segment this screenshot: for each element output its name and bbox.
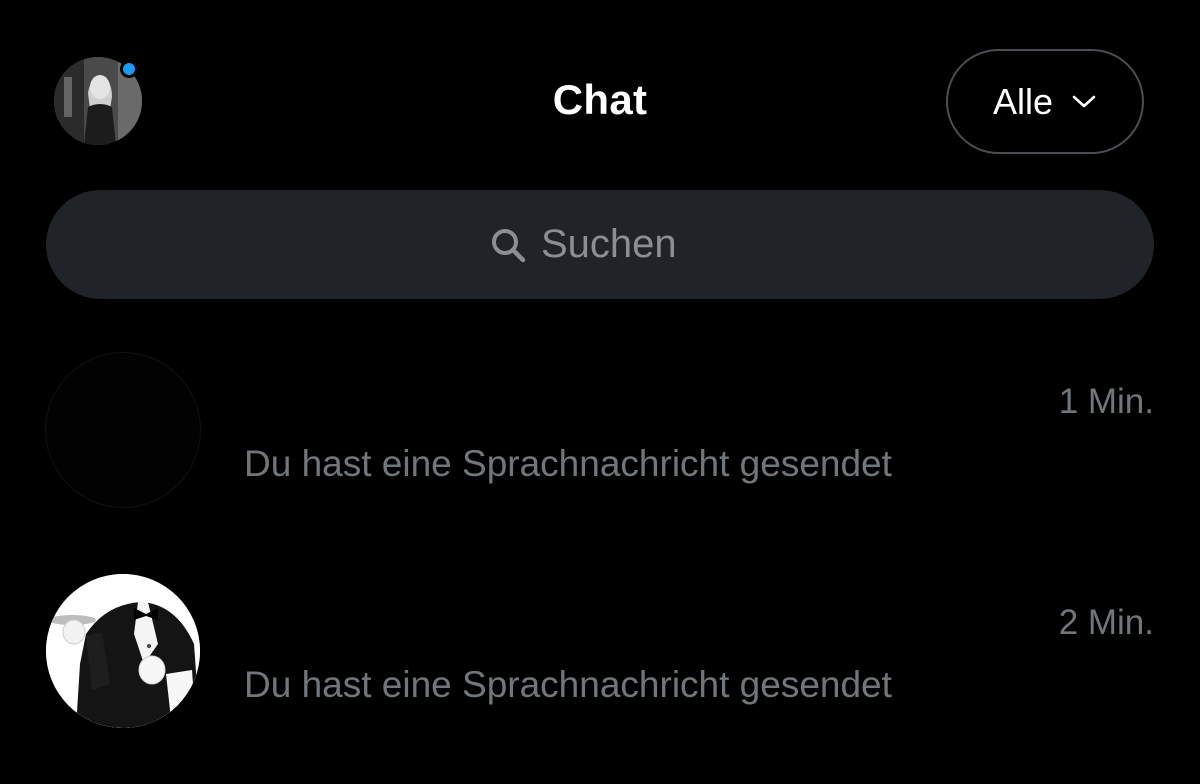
filter-dropdown-button[interactable]: Alle: [946, 49, 1144, 154]
filter-label: Alle: [992, 80, 1054, 122]
butler-photo: [46, 574, 200, 728]
conversation-row[interactable]: 1 Min. Du hast eine Sprachnachricht gese…: [0, 345, 1200, 525]
contact-avatar: [46, 353, 200, 507]
chat-screen: Chat Alle 1 Min. Du hast eine Sprachnach…: [0, 0, 1200, 784]
message-preview: Du hast eine Sprachnachricht gesendet: [244, 443, 892, 484]
message-time: 1 Min.: [1058, 382, 1154, 421]
conversation-row[interactable]: 2 Min. Du hast eine Sprachnachricht gese…: [0, 566, 1200, 746]
message-time: 2 Min.: [1058, 603, 1154, 642]
search-bar[interactable]: [46, 190, 1154, 299]
message-preview: Du hast eine Sprachnachricht gesendet: [244, 664, 892, 705]
chevron-down-icon: [1072, 95, 1096, 107]
search-input[interactable]: [541, 222, 711, 267]
search-icon: [492, 228, 526, 262]
contact-avatar: [46, 574, 200, 728]
